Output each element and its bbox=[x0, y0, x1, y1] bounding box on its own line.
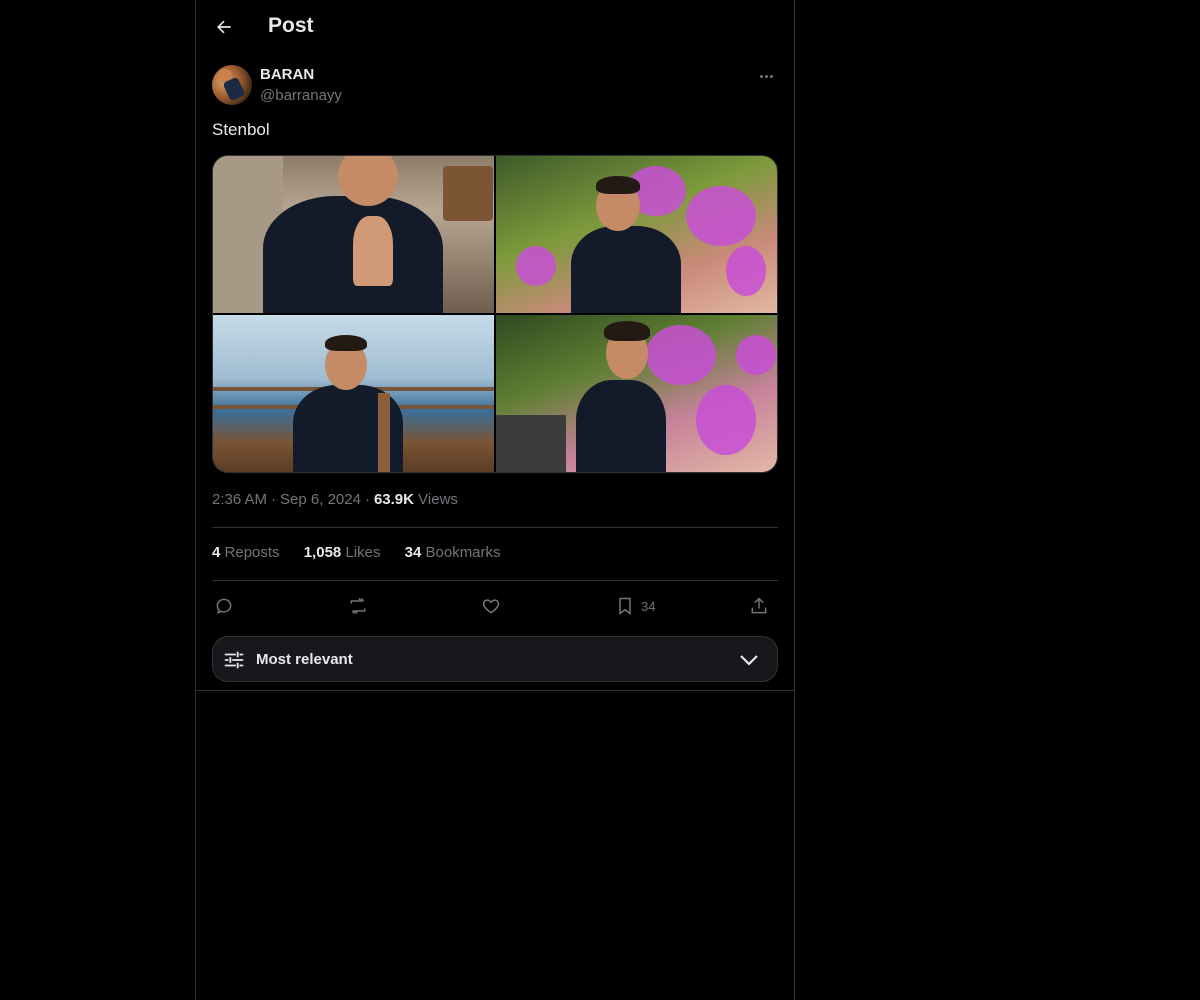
action-bar: 34 bbox=[212, 591, 778, 621]
more-icon bbox=[759, 74, 763, 78]
bookmark-count: 34 bbox=[641, 598, 656, 614]
avatar[interactable] bbox=[212, 65, 252, 105]
tweet-time[interactable]: 2:36 AM bbox=[212, 491, 267, 508]
photo-4[interactable] bbox=[496, 315, 777, 472]
like-button[interactable] bbox=[481, 593, 501, 619]
post-header: Post bbox=[196, 0, 794, 54]
tweet-meta: 2:36 AM · Sep 6, 2024 · 63.9K Views bbox=[212, 491, 458, 508]
chevron-down-icon bbox=[740, 655, 758, 666]
tweet-date[interactable]: Sep 6, 2024 bbox=[280, 491, 361, 508]
sliders-icon bbox=[224, 651, 244, 669]
bookmark-button[interactable]: 34 bbox=[615, 593, 655, 619]
bookmark-icon bbox=[619, 597, 631, 615]
views-count: 63.9K bbox=[373, 491, 414, 508]
reply-button[interactable] bbox=[214, 593, 234, 619]
sort-replies-dropdown[interactable]: Most relevant bbox=[212, 636, 778, 682]
sort-label: Most relevant bbox=[256, 651, 353, 668]
bookmarks-stat[interactable]: 34 Bookmarks bbox=[405, 544, 501, 561]
user-handle[interactable]: @barranayy bbox=[260, 87, 342, 104]
repost-button[interactable] bbox=[347, 593, 369, 619]
page-title: Post bbox=[268, 14, 314, 37]
media-grid bbox=[212, 155, 778, 473]
divider bbox=[196, 690, 794, 691]
share-icon bbox=[751, 597, 767, 614]
display-name[interactable]: BARAN bbox=[260, 66, 314, 83]
likes-stat[interactable]: 1,058 Likes bbox=[304, 544, 381, 561]
reposts-stat[interactable]: 4 Reposts bbox=[212, 544, 280, 561]
reply-icon bbox=[216, 598, 232, 614]
main-column: Post BARAN @barranayy Stenbol 2:36 AM · … bbox=[195, 0, 795, 1000]
photo-3[interactable] bbox=[213, 315, 494, 472]
divider bbox=[212, 527, 778, 528]
arrow-left-icon bbox=[217, 20, 231, 34]
views-label: Views bbox=[418, 491, 458, 508]
tweet-text: Stenbol bbox=[212, 120, 270, 139]
back-button[interactable] bbox=[206, 9, 242, 45]
share-button[interactable] bbox=[749, 593, 769, 619]
photo-2[interactable] bbox=[496, 156, 777, 313]
photo-1[interactable] bbox=[213, 156, 494, 313]
heart-icon bbox=[482, 599, 500, 614]
repost-icon bbox=[350, 597, 366, 615]
tweet-stats: 4 Reposts 1,058 Likes 34 Bookmarks bbox=[212, 544, 521, 561]
more-options-button[interactable] bbox=[754, 66, 778, 86]
divider bbox=[212, 580, 778, 581]
